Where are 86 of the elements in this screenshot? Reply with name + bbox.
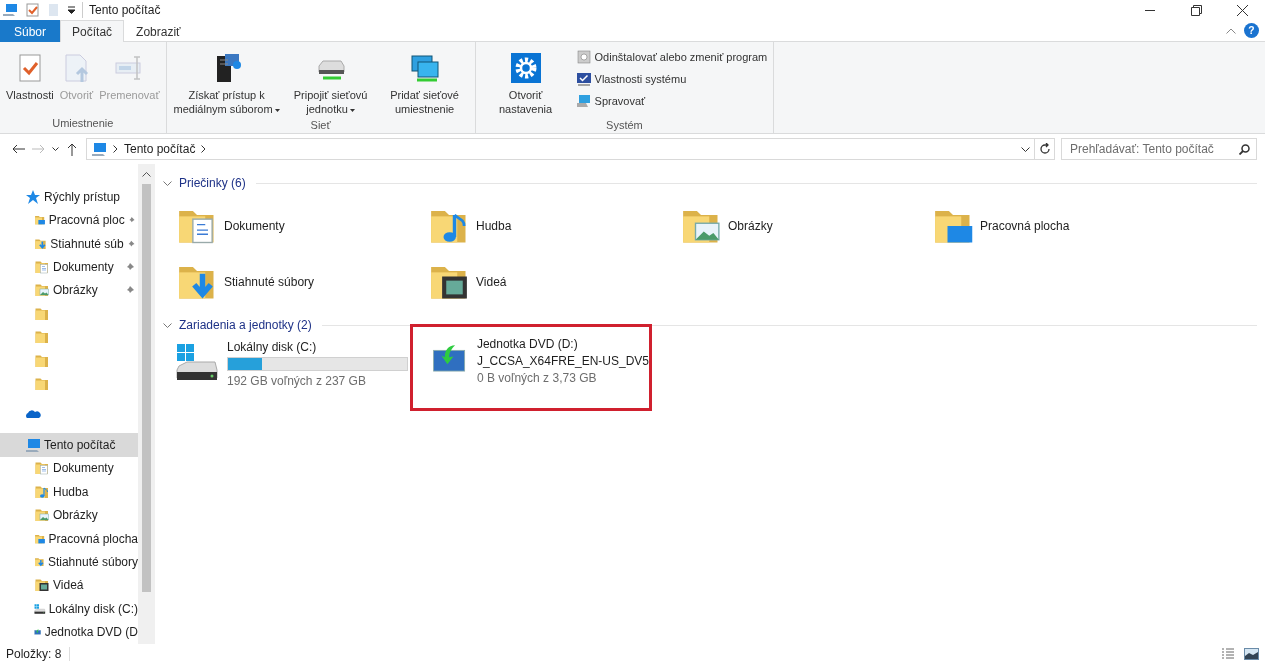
- help-icon[interactable]: ?: [1244, 23, 1259, 38]
- breadcrumb-item[interactable]: Tento počítač: [124, 142, 196, 156]
- refresh-icon: [1038, 143, 1051, 155]
- nav-item[interactable]: Lokálny disk (C:): [0, 597, 138, 621]
- free-space-text: 0 B voľných z 3,73 GB: [476, 371, 598, 385]
- folder-item[interactable]: Obrázky: [679, 198, 931, 254]
- section-title: Priečinky (6): [179, 176, 246, 190]
- computer-manage-icon: [575, 93, 592, 109]
- nav-item[interactable]: Jednotka DVD (D: [0, 620, 138, 644]
- computer-icon: [25, 436, 41, 453]
- address-bar[interactable]: Tento počítač: [86, 138, 1035, 160]
- nav-item[interactable]: Obrázky: [0, 503, 138, 527]
- nav-item[interactable]: Dokumenty: [0, 456, 138, 480]
- minimize-icon: [1145, 9, 1155, 11]
- section-title: Zariadenia a jednotky (2): [179, 318, 312, 332]
- close-icon: [1236, 4, 1248, 16]
- chevron-right-icon: [113, 145, 118, 153]
- collapse-ribbon-icon[interactable]: [1226, 27, 1236, 34]
- document-check-icon[interactable]: [26, 3, 39, 17]
- drive-item[interactable]: Lokálny disk (C:) 192 GB voľných z 237 GB: [175, 338, 410, 388]
- monitor-check-icon: [575, 71, 592, 87]
- free-space-text: 192 GB voľných z 237 GB: [227, 374, 367, 388]
- nav-item[interactable]: Stiahnuté súb: [0, 231, 138, 256]
- folder-icon: [34, 460, 50, 477]
- chevron-down-icon: [51, 147, 59, 151]
- search-field[interactable]: Prehľadávať: Tento počítač: [1061, 138, 1257, 160]
- arrow-left-icon: [11, 144, 25, 154]
- group-label: Umiestnenie: [51, 117, 115, 131]
- computer-icon: [2, 3, 18, 17]
- folder-item[interactable]: Pracovná plocha: [931, 198, 1183, 254]
- chevron-icon[interactable]: [163, 180, 172, 186]
- details-view-icon[interactable]: [1221, 648, 1235, 660]
- nav-item[interactable]: Videá: [0, 573, 138, 598]
- group-label: Sieť: [309, 119, 332, 133]
- folder-icon: [34, 329, 50, 346]
- drive-name: Jednotka DVD (D:): [476, 337, 579, 351]
- ribbon-button[interactable]: Vlastnosti: [4, 45, 56, 105]
- folder-item[interactable]: Videá: [427, 254, 679, 310]
- dropdown-arrow-icon[interactable]: [67, 6, 76, 14]
- ribbon-button[interactable]: Vlastnosti systému: [573, 70, 770, 88]
- window-title: Tento počítač: [88, 3, 161, 17]
- ribbon-button[interactable]: Otvoriť nastavenia: [479, 45, 572, 119]
- nav-item[interactable]: Pracovná plocha: [0, 526, 138, 551]
- folder-icon: [34, 577, 50, 594]
- drive-item[interactable]: Jednotka DVD (D:) J_CCSA_X64FRE_EN-US_DV5 0 B voľných z 3,73 GB: [410, 324, 652, 411]
- folder-icon: [34, 282, 50, 299]
- ribbon-tab[interactable]: Zobraziť: [124, 20, 193, 42]
- nav-item[interactable]: Hudba: [0, 479, 138, 504]
- ribbon-button[interactable]: Pridať sieťové umiestnenie: [378, 45, 471, 119]
- settings-icon: [509, 52, 542, 84]
- refresh-button[interactable]: [1035, 138, 1055, 160]
- nav-item[interactable]: Obrázky: [0, 278, 138, 303]
- item-count: Položky: 8: [6, 647, 71, 661]
- nav-item[interactable]: Stiahnuté súbory: [0, 550, 138, 574]
- arrow-up-icon: [67, 142, 77, 156]
- chevron-icon[interactable]: [163, 322, 172, 328]
- folder-item[interactable]: Hudba: [427, 198, 679, 254]
- arrow-right-icon: [31, 144, 45, 154]
- folder-item[interactable]: Stiahnuté súbory: [175, 254, 427, 310]
- monitors-icon: [408, 52, 441, 84]
- ribbon-button[interactable]: Pripojiť sieťovú jednotku: [284, 45, 377, 119]
- ribbon-button[interactable]: Spravovať: [573, 92, 770, 110]
- scrollbar[interactable]: [138, 164, 155, 644]
- program-box-icon: [575, 49, 592, 65]
- group-label: Systém: [605, 119, 644, 133]
- folder-icon: [34, 376, 50, 393]
- nav-item[interactable]: Pracovná ploc: [0, 208, 138, 232]
- restore-icon: [1190, 4, 1202, 16]
- drive-name: Lokálny disk (C:): [227, 340, 318, 354]
- nav-item[interactable]: Dokumenty: [0, 255, 138, 279]
- dropdown-chevron-icon[interactable]: [1021, 146, 1030, 152]
- ribbon-tab[interactable]: Počítač: [60, 20, 125, 42]
- chevron-right-icon: [201, 145, 207, 153]
- star-icon: [25, 188, 41, 205]
- folder-item[interactable]: Dokumenty: [175, 198, 427, 254]
- ribbon-button[interactable]: Odinštalovať alebo zmeniť program: [573, 48, 770, 66]
- computer-icon: [91, 141, 107, 157]
- nav-item[interactable]: Tento počítač: [0, 433, 138, 457]
- ribbon-tab[interactable]: Súbor: [0, 20, 61, 42]
- volume-label: J_CCSA_X64FRE_EN-US_DV5: [476, 354, 649, 368]
- large-icons-view-icon[interactable]: [1244, 648, 1259, 660]
- search-icon: [1239, 143, 1250, 155]
- nav-item[interactable]: Rýchly prístup: [0, 185, 138, 209]
- scroll-up-icon[interactable]: [142, 172, 151, 177]
- ribbon-button[interactable]: Získať prístup k mediálnym súborom: [170, 45, 283, 119]
- folder-icon: [34, 507, 50, 524]
